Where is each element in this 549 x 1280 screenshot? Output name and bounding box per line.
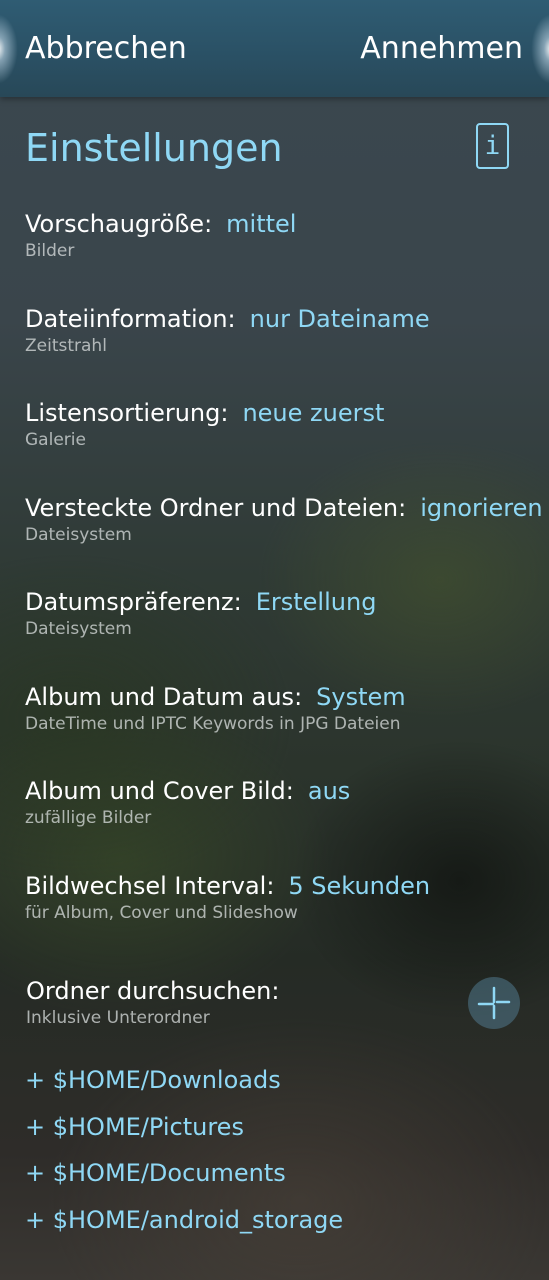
- setting-file-info[interactable]: Dateiinformation: nur Dateiname Zeitstrah…: [25, 303, 535, 357]
- setting-label: Datumspräferenz:: [25, 588, 242, 616]
- setting-label: Vorschaugröße:: [25, 210, 213, 238]
- folders-title: Ordner durchsuchen:: [26, 977, 280, 1005]
- setting-subtitle: Galerie: [25, 430, 86, 450]
- setting-value: 5 Sekunden: [288, 872, 431, 900]
- setting-album-date-source[interactable]: Album und Datum aus: System DateTime und …: [25, 681, 535, 735]
- setting-slideshow-interval[interactable]: Bildwechsel Interval: 5 Sekunden für Albu…: [25, 870, 535, 924]
- plus-icon: [477, 986, 511, 1020]
- folders-section-header: Ordner durchsuchen: Inklusive Unterordne…: [26, 975, 446, 1029]
- setting-value: mittel: [226, 210, 297, 238]
- setting-label: Album und Cover Bild:: [25, 777, 294, 805]
- add-folder-icon[interactable]: [468, 977, 520, 1029]
- setting-label: Bildwechsel Interval:: [25, 872, 275, 900]
- setting-label: Album und Datum aus:: [25, 683, 303, 711]
- setting-date-preference[interactable]: Datumspräferenz: Erstellung Dateisystem: [25, 586, 535, 640]
- folder-list: + $HOME/Downloads + $HOME/Pictures + $HO…: [25, 1062, 525, 1248]
- setting-subtitle: Dateisystem: [25, 525, 132, 545]
- page-title: Einstellungen: [25, 126, 283, 170]
- setting-value: neue zuerst: [242, 399, 385, 427]
- setting-row: Dateiinformation: nur Dateiname: [25, 303, 535, 335]
- folder-item[interactable]: + $HOME/Pictures: [25, 1109, 525, 1156]
- info-icon[interactable]: i: [476, 123, 509, 169]
- setting-value: Erstellung: [255, 588, 377, 616]
- setting-value: System: [316, 683, 406, 711]
- setting-subtitle: Bilder: [25, 241, 75, 261]
- setting-row: Album und Datum aus: System: [25, 681, 535, 713]
- folder-item[interactable]: + $HOME/Downloads: [25, 1062, 525, 1109]
- setting-value: nur Dateiname: [249, 305, 430, 333]
- setting-value: aus: [307, 777, 351, 805]
- header-glow-right: [531, 14, 549, 84]
- folders-subtitle: Inklusive Unterordner: [26, 1008, 210, 1028]
- setting-subtitle: zufällige Bilder: [25, 808, 152, 828]
- setting-subtitle: DateTime und IPTC Keywords in JPG Dateie…: [25, 714, 401, 734]
- setting-row: Datumspräferenz: Erstellung: [25, 586, 535, 618]
- setting-label: Dateiinformation:: [25, 305, 236, 333]
- setting-row: Album und Cover Bild: aus: [25, 775, 535, 807]
- setting-row: Listensortierung: neue zuerst: [25, 397, 535, 429]
- setting-list-sorting[interactable]: Listensortierung: neue zuerst Galerie: [25, 397, 535, 451]
- setting-row: Bildwechsel Interval: 5 Sekunden: [25, 870, 535, 902]
- setting-label: Listensortierung:: [25, 399, 229, 427]
- setting-row: Versteckte Ordner und Dateien: ignorieren: [25, 492, 543, 524]
- setting-hidden-files[interactable]: Versteckte Ordner und Dateien: ignorieren…: [25, 492, 543, 546]
- setting-row: Vorschaugröße: mittel: [25, 208, 535, 240]
- setting-subtitle: für Album, Cover und Slideshow: [25, 903, 298, 923]
- setting-subtitle: Dateisystem: [25, 619, 132, 639]
- setting-album-cover[interactable]: Album und Cover Bild: aus zufällige Bilde…: [25, 775, 535, 829]
- folder-item[interactable]: + $HOME/Documents: [25, 1155, 525, 1202]
- setting-preview-size[interactable]: Vorschaugröße: mittel Bilder: [25, 208, 535, 262]
- setting-label: Versteckte Ordner und Dateien:: [25, 494, 407, 522]
- accept-button[interactable]: Annehmen: [360, 30, 523, 68]
- folder-item[interactable]: + $HOME/android_storage: [25, 1202, 525, 1249]
- setting-subtitle: Zeitstrahl: [25, 336, 107, 356]
- cancel-button[interactable]: Abbrechen: [25, 30, 187, 68]
- header-glow-left: [0, 14, 18, 84]
- dialog-header: Abbrechen Annehmen: [0, 0, 549, 97]
- setting-value: ignorieren: [420, 494, 543, 522]
